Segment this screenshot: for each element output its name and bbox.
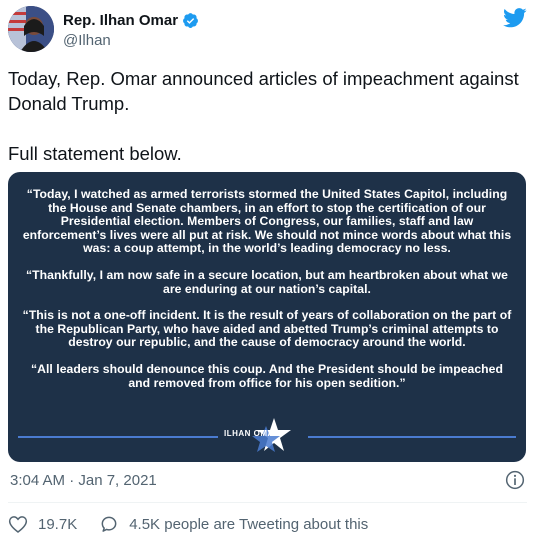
- author-handle[interactable]: @Ilhan: [63, 32, 111, 49]
- like-count: 19.7K: [38, 515, 78, 533]
- card-divider-right: [308, 436, 516, 438]
- twitter-bird-icon[interactable]: [503, 8, 527, 28]
- info-icon[interactable]: [505, 470, 525, 490]
- tweet-text-line: Donald Trump.: [8, 93, 130, 114]
- like-button[interactable]: 19.7K: [8, 514, 77, 534]
- tweet-text: Today, Rep. Omar announced articles of i…: [8, 66, 528, 166]
- avatar[interactable]: [8, 6, 54, 52]
- statement-paragraph: “Today, I watched as armed terrorists st…: [22, 187, 512, 256]
- statement-body: “Today, I watched as armed terrorists st…: [22, 187, 512, 403]
- heart-icon: [8, 516, 28, 533]
- tweet-header: Rep. Ilhan Omar @Ilhan: [8, 6, 527, 54]
- verified-badge-icon: [183, 13, 198, 28]
- statement-paragraph: “This is not a one-off incident. It is t…: [22, 308, 512, 350]
- tweeting-about-text: 4.5K people are Tweeting about this: [129, 515, 369, 533]
- statement-image-card[interactable]: “Today, I watched as armed terrorists st…: [8, 172, 526, 462]
- author-display-name[interactable]: Rep. Ilhan Omar: [63, 12, 178, 29]
- tweet-actions: 19.7K 4.5K people are Tweeting about thi…: [8, 512, 368, 536]
- divider: [8, 502, 527, 503]
- tweet-text-line: Full statement below.: [8, 143, 182, 164]
- statement-paragraph: “All leaders should denounce this coup. …: [30, 361, 503, 390]
- author-name-row: Rep. Ilhan Omar: [63, 12, 199, 29]
- card-divider-left: [18, 436, 218, 438]
- statement-paragraph: “Thankfully, I am now safe in a secure l…: [26, 267, 508, 296]
- comment-bubble-icon: [101, 516, 117, 532]
- tweet-text-line: Today, Rep. Omar announced articles of i…: [8, 68, 519, 89]
- logo-text: ILHAN OMAR: [224, 429, 281, 438]
- tweet-timestamp[interactable]: 3:04 AM · Jan 7, 2021: [10, 472, 157, 489]
- tweeting-about-link[interactable]: 4.5K people are Tweeting about this: [99, 514, 368, 534]
